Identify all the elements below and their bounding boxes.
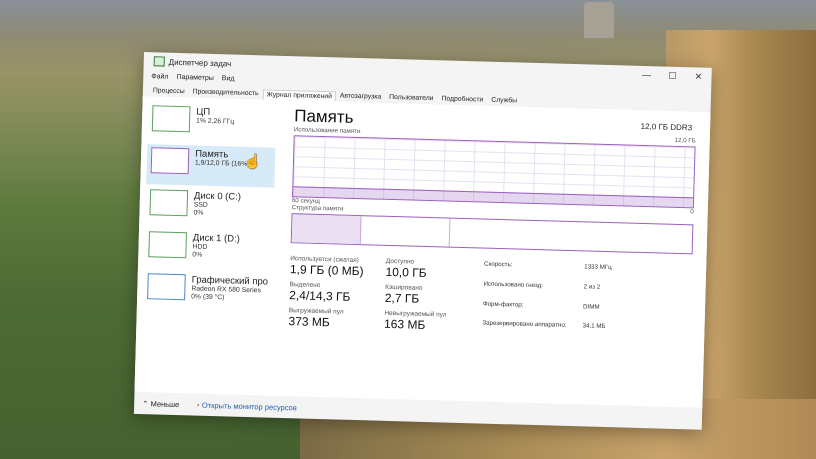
stat-paged-pool: 373 МБ <box>288 314 330 330</box>
prop-label: Использовано гнезд: <box>483 280 544 289</box>
memory-spec: 12,0 ГБ DDR3 <box>640 121 693 133</box>
stat-committed: 2,4/14,3 ГБ <box>289 288 351 304</box>
menu-file[interactable]: Файл <box>151 73 168 80</box>
hand-pointer-icon: ☝ <box>244 153 262 169</box>
stat-in-use: 1,9 ГБ (0 МБ) <box>289 262 364 279</box>
sidebar-item-usage: 0% <box>192 251 203 259</box>
sidebar-item-detail: 1% 2,26 ГГц <box>195 117 235 126</box>
prop-label: Зарезервировано аппаратно: <box>482 319 567 330</box>
resource-monitor-link[interactable]: ◔ Открыть монитор ресурсов <box>195 400 297 412</box>
gpu-graph-thumb <box>147 273 186 301</box>
memory-graph-thumb <box>150 147 190 175</box>
graph-label: Использование памяти <box>293 126 361 136</box>
disk1-graph-thumb <box>148 231 187 259</box>
task-manager-icon <box>153 56 165 67</box>
stat-cached: 2,7 ГБ <box>384 290 420 306</box>
prop-speed: 1333 МГц <box>584 263 612 272</box>
time-axis-zero: 0 <box>690 208 694 216</box>
disk0-graph-thumb <box>149 189 189 217</box>
close-button[interactable]: ✕ <box>685 71 711 83</box>
stat-available: 10,0 ГБ <box>385 264 427 280</box>
memory-properties: Скорость: 1333 МГц Использовано гнезд: 2 и… <box>482 261 612 343</box>
fewer-details-button[interactable]: ⌃ Меньше <box>142 399 179 409</box>
prop-reserved: 34,1 МБ <box>582 322 606 331</box>
sidebar-item-detail: 1,9/12,0 ГБ (16%) <box>194 159 250 168</box>
resource-list: ЦП 1% 2,26 ГГц Память 1,9/12,0 ГБ (16%) … <box>143 102 277 315</box>
memory-usage-graph <box>292 135 696 209</box>
cpu-graph-thumb <box>151 105 191 133</box>
prop-label: Скорость: <box>483 260 513 269</box>
sidebar-item-cpu[interactable]: ЦП 1% 2,26 ГГц <box>147 102 276 146</box>
prop-slots: 2 из 2 <box>583 283 601 291</box>
memory-stats: Используется (сжатая) 1,9 ГБ (0 МБ) Выдел… <box>288 255 692 344</box>
menu-view[interactable]: Вид <box>222 75 235 82</box>
resource-monitor-label: Открыть монитор ресурсов <box>201 400 297 412</box>
sidebar-item-usage: 0% <box>193 209 204 217</box>
fewer-details-label: Меньше <box>150 398 180 409</box>
sidebar-item-gpu[interactable]: Графический про Radeon RX 580 Series 0% … <box>143 270 272 314</box>
sidebar-item-disk0[interactable]: Диск 0 (C:) SSD 0% <box>145 186 274 230</box>
sidebar-item-disk1[interactable]: Диск 1 (D:) HDD 0% <box>144 228 273 272</box>
maximize-button[interactable]: ☐ <box>659 70 685 82</box>
menu-options[interactable]: Параметры <box>176 74 214 82</box>
graph-max-label: 12,0 ГБ <box>674 136 696 145</box>
minimize-button[interactable]: — <box>633 69 659 81</box>
window-title: Диспетчер задач <box>168 57 232 68</box>
background-tower <box>584 2 614 38</box>
task-manager-window: Диспетчер задач — ☐ ✕ Файл Параметры Вид… <box>133 52 712 430</box>
window-controls: — ☐ ✕ <box>633 69 711 82</box>
performance-panel: ЦП 1% 2,26 ГГц Память 1,9/12,0 ГБ (16%) … <box>134 95 711 408</box>
prop-label: Форм-фактор: <box>482 300 524 309</box>
composition-free <box>450 219 693 254</box>
prop-form-factor: DIMM <box>583 302 600 311</box>
stat-nonpaged-pool: 163 МБ <box>383 316 426 332</box>
memory-detail: Память 12,0 ГБ DDR3 Использование памяти… <box>288 106 696 344</box>
composition-in-use <box>291 214 362 245</box>
composition-cached <box>360 216 451 247</box>
